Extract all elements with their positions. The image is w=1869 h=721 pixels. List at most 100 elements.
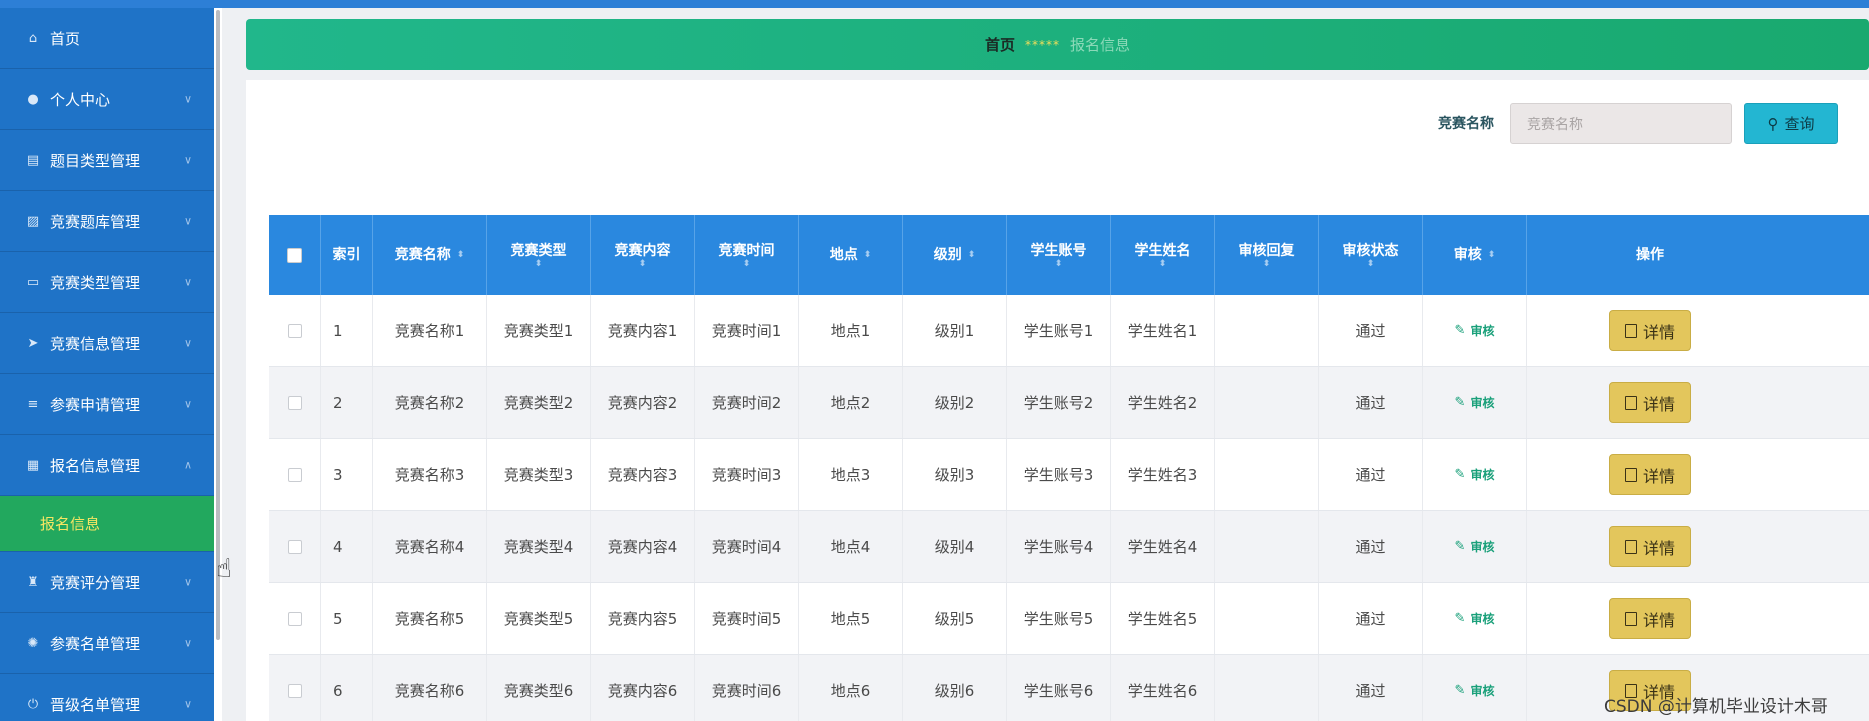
sidebar: ⌂ 首页 ● 个人中心 ∨ ▤ 题目类型管理 ∨ ▨ 竞赛题库管理 ∨ ▭ 竞赛… — [0, 8, 214, 721]
cell-content: 竞赛内容6 — [591, 655, 695, 721]
column-header-place[interactable]: 地点 ⬍ — [799, 215, 903, 295]
column-header-label: 审核回复 — [1238, 242, 1295, 259]
audit-link[interactable]: ✎ 审核 — [1455, 610, 1495, 627]
sort-icon[interactable]: ⬍ — [1263, 259, 1271, 269]
audit-link[interactable]: ✎ 审核 — [1455, 538, 1495, 555]
table-row[interactable]: 2 竞赛名称2 竞赛类型2 竞赛内容2 竞赛时间2 地点2 级别2 学生账号2 学生姓名2 通过 ✎… — [269, 367, 1869, 439]
audit-link[interactable]: ✎ 审核 — [1455, 322, 1495, 339]
column-header-audit[interactable]: 审核 ⬍ — [1423, 215, 1527, 295]
detail-button-label: 详情 — [1642, 466, 1675, 486]
sidebar-item-label: 晋级名单管理 — [50, 695, 141, 714]
edit-pen-icon: ✎ — [1454, 539, 1466, 554]
select-all-checkbox[interactable] — [287, 247, 302, 263]
sidebar-item-competition-type[interactable]: ▭ 竞赛类型管理 ∨ — [0, 252, 214, 313]
audit-link[interactable]: ✎ 审核 — [1455, 682, 1495, 699]
sidebar-item-personal-center[interactable]: ● 个人中心 ∨ — [0, 69, 214, 130]
cell-index: 6 — [321, 655, 373, 721]
column-header-account[interactable]: 学生账号 ⬍ — [1007, 215, 1111, 295]
detail-button[interactable]: 详情 — [1609, 526, 1691, 567]
row-checkbox[interactable] — [287, 323, 302, 338]
column-header-level[interactable]: 级别 ⬍ — [903, 215, 1007, 295]
sidebar-item-registration[interactable]: ▦ 报名信息管理 ∧ — [0, 435, 214, 496]
table-row[interactable]: 4 竞赛名称4 竞赛类型4 竞赛内容4 竞赛时间4 地点4 级别4 学生账号4 学生姓名4 通过 ✎… — [269, 511, 1869, 583]
row-checkbox[interactable] — [287, 395, 302, 410]
sidebar-subitem-registration-info[interactable]: 报名信息 — [0, 496, 214, 552]
cell-status: 通过 — [1319, 295, 1423, 366]
column-header-content[interactable]: 竞赛内容 ⬍ — [591, 215, 695, 295]
sidebar-item-label: 竞赛评分管理 — [50, 573, 141, 592]
table-row[interactable]: 3 竞赛名称3 竞赛类型3 竞赛内容3 竞赛时间3 地点3 级别3 学生账号3 学生姓名3 通过 ✎… — [269, 439, 1869, 511]
row-checkbox[interactable] — [287, 611, 302, 626]
sort-icon[interactable]: ⬍ — [968, 250, 976, 260]
sort-icon[interactable]: ⬍ — [743, 259, 751, 269]
document-icon — [1624, 467, 1637, 482]
sidebar-item-scoring[interactable]: ♜ 竞赛评分管理 ∨ — [0, 552, 214, 613]
search-button[interactable]: ⚲ 查询 — [1744, 103, 1838, 144]
column-header-type[interactable]: 竞赛类型 ⬍ — [487, 215, 591, 295]
select-all-cell — [269, 215, 321, 295]
detail-button[interactable]: 详情 — [1609, 598, 1691, 639]
table-row[interactable]: 5 竞赛名称5 竞赛类型5 竞赛内容5 竞赛时间5 地点5 级别5 学生账号5 学生姓名5 通过 ✎… — [269, 583, 1869, 655]
detail-button[interactable]: 详情 — [1609, 310, 1691, 351]
audit-link[interactable]: ✎ 审核 — [1455, 466, 1495, 483]
cell-status: 通过 — [1319, 655, 1423, 721]
sort-icon[interactable]: ⬍ — [1159, 259, 1167, 269]
sort-icon[interactable]: ⬍ — [1367, 259, 1375, 269]
sidebar-item-application[interactable]: ≡ 参赛申请管理 ∨ — [0, 374, 214, 435]
chevron-down-icon: ∨ — [183, 153, 192, 167]
row-checkbox[interactable] — [287, 467, 302, 482]
sort-icon[interactable]: ⬍ — [535, 259, 543, 269]
sidebar-item-question-bank[interactable]: ▨ 竞赛题库管理 ∨ — [0, 191, 214, 252]
detail-button-label: 详情 — [1642, 322, 1675, 342]
sidebar-item-promotion-list[interactable]: ⏻ 晋级名单管理 ∨ — [0, 674, 214, 721]
cell-index: 4 — [321, 511, 373, 582]
search-label: 竞赛名称 — [1438, 116, 1494, 132]
cell-student: 学生姓名1 — [1111, 295, 1215, 366]
cell-name: 竞赛名称4 — [373, 511, 487, 582]
cell-actions: 详情 — [1527, 583, 1773, 654]
sidebar-item-label: 竞赛类型管理 — [50, 273, 141, 292]
cell-account: 学生账号2 — [1007, 367, 1111, 438]
column-header-status[interactable]: 审核状态 ⬍ — [1319, 215, 1423, 295]
cell-audit: ✎ 审核 — [1423, 583, 1527, 654]
hand-cursor-icon: ☝ — [216, 554, 232, 584]
sidebar-item-home[interactable]: ⌂ 首页 — [0, 8, 214, 69]
audit-link-label: 审核 — [1470, 612, 1495, 626]
row-checkbox[interactable] — [287, 539, 302, 554]
sidebar-item-label: 题目类型管理 — [50, 151, 141, 170]
column-header-reply[interactable]: 审核回复 ⬍ — [1215, 215, 1319, 295]
cell-actions: 详情 — [1527, 367, 1773, 438]
detail-button[interactable]: 详情 — [1609, 454, 1691, 495]
cell-time: 竞赛时间2 — [695, 367, 799, 438]
search-button-label: 查询 — [1784, 115, 1815, 133]
table-row[interactable]: 1 竞赛名称1 竞赛类型1 竞赛内容1 竞赛时间1 地点1 级别1 学生账号1 学生姓名1 通过 ✎… — [269, 295, 1869, 367]
sidebar-item-participant-list[interactable]: ✺ 参赛名单管理 ∨ — [0, 613, 214, 674]
cell-reply — [1215, 583, 1319, 654]
search-input[interactable]: 竞赛名称 — [1510, 103, 1732, 144]
cell-student: 学生姓名3 — [1111, 439, 1215, 510]
audit-link[interactable]: ✎ 审核 — [1455, 394, 1495, 411]
cell-status: 通过 — [1319, 439, 1423, 510]
cell-time: 竞赛时间3 — [695, 439, 799, 510]
sort-icon[interactable]: ⬍ — [1488, 250, 1496, 260]
cell-account: 学生账号1 — [1007, 295, 1111, 366]
detail-button[interactable]: 详情 — [1609, 382, 1691, 423]
cell-place: 地点6 — [799, 655, 903, 721]
column-header-student[interactable]: 学生姓名 ⬍ — [1111, 215, 1215, 295]
scrollbar-thumb[interactable] — [216, 10, 220, 640]
sidebar-item-label: 首页 — [50, 29, 81, 48]
cell-actions: 详情 — [1527, 439, 1773, 510]
sidebar-item-question-type[interactable]: ▤ 题目类型管理 ∨ — [0, 130, 214, 191]
breadcrumb-home[interactable]: 首页 — [985, 34, 1015, 55]
sort-icon[interactable]: ⬍ — [864, 250, 872, 260]
sort-icon[interactable]: ⬍ — [639, 259, 647, 269]
sidebar-scrollbar[interactable] — [214, 8, 222, 721]
sort-icon[interactable]: ⬍ — [1055, 259, 1063, 269]
search-icon: ⚲ — [1767, 114, 1779, 133]
sort-icon[interactable]: ⬍ — [457, 250, 465, 260]
column-header-name[interactable]: 竞赛名称 ⬍ — [373, 215, 487, 295]
sidebar-item-competition-info[interactable]: ➤ 竞赛信息管理 ∨ — [0, 313, 214, 374]
row-checkbox[interactable] — [287, 683, 302, 698]
column-header-actions: 操作 — [1527, 215, 1773, 295]
column-header-time[interactable]: 竞赛时间 ⬍ — [695, 215, 799, 295]
